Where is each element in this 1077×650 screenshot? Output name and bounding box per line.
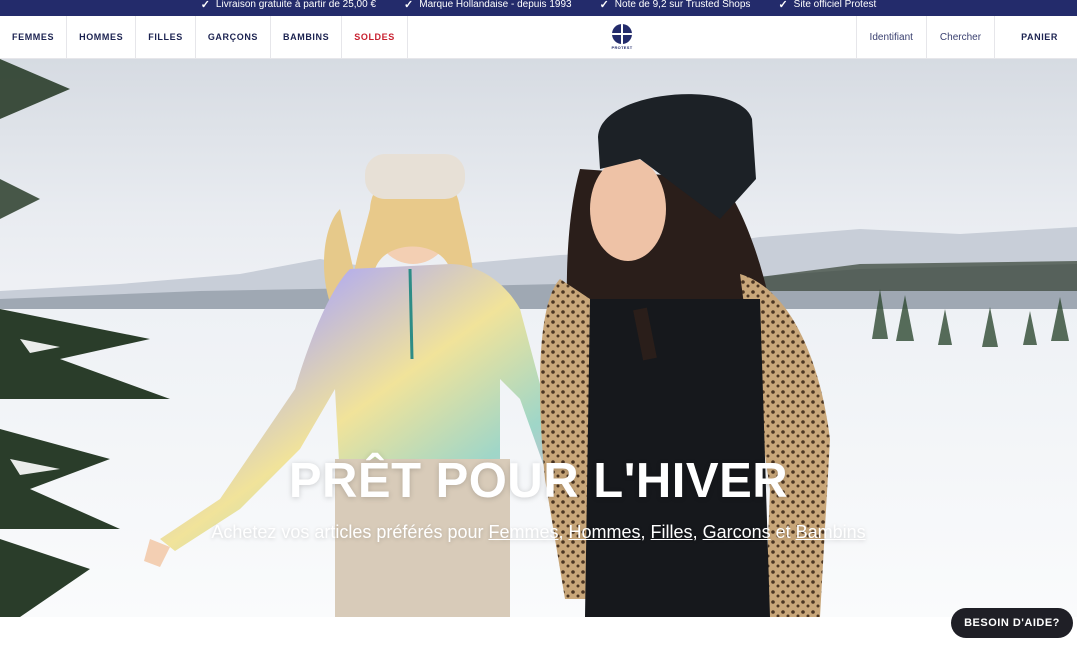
nav-item-femmes[interactable]: FEMMES xyxy=(0,16,68,58)
search-link[interactable]: Chercher xyxy=(925,16,994,58)
hero-title: PRÊT POUR L'HIVER xyxy=(288,454,789,508)
check-icon: ✓ xyxy=(200,0,210,11)
check-icon: ✓ xyxy=(778,0,788,11)
check-icon: ✓ xyxy=(404,0,414,11)
hero-subtitle: Achetez vos articles préférés pour Femme… xyxy=(0,522,1077,543)
category-menu: FEMMES HOMMES FILLES GARÇONS BAMBINS SOL… xyxy=(0,16,408,58)
utility-menu: Identifiant Chercher PANIER xyxy=(855,16,1077,58)
nav-item-hommes[interactable]: HOMMES xyxy=(67,16,137,58)
announcement-bar: ✓ Livraison gratuite à partir de 25,00 €… xyxy=(0,0,1077,16)
usp-text: Note de 9,2 sur Trusted Shops xyxy=(614,0,751,10)
logo-icon xyxy=(612,24,632,44)
usp-item: ✓ Note de 9,2 sur Trusted Shops xyxy=(600,0,751,11)
link-femmes[interactable]: Femmes xyxy=(488,522,558,542)
link-garcons[interactable]: Garcons xyxy=(703,522,771,542)
usp-text: Livraison gratuite à partir de 25,00 € xyxy=(215,0,377,10)
nav-item-garcons[interactable]: GARÇONS xyxy=(196,16,272,58)
usp-text: Site officiel Protest xyxy=(793,0,877,10)
separator: , xyxy=(692,522,703,542)
cart-link[interactable]: PANIER xyxy=(994,16,1077,58)
usp-item: ✓ Site officiel Protest xyxy=(778,0,876,11)
usp-text: Marque Hollandaise - depuis 1993 xyxy=(419,0,572,10)
separator: et xyxy=(770,522,796,542)
separator: , xyxy=(640,522,651,542)
hero-subtitle-text: Achetez vos articles préférés pour xyxy=(211,522,489,542)
usp-item: ✓ Marque Hollandaise - depuis 1993 xyxy=(404,0,572,11)
hero-banner[interactable]: PRÊT POUR L'HIVER Achetez vos articles p… xyxy=(0,59,1077,617)
logo-text: PROTEST xyxy=(611,45,633,50)
link-bambins[interactable]: Bambins xyxy=(796,522,866,542)
nav-item-soldes[interactable]: SOLDES xyxy=(342,16,408,58)
separator: , xyxy=(558,522,569,542)
account-link[interactable]: Identifiant xyxy=(855,16,926,58)
check-icon: ✓ xyxy=(599,0,609,11)
main-nav: FEMMES HOMMES FILLES GARÇONS BAMBINS SOL… xyxy=(0,16,1077,59)
link-filles[interactable]: Filles xyxy=(651,522,693,542)
help-button[interactable]: BESOIN D'AIDE? xyxy=(951,608,1073,638)
brand-logo[interactable]: PROTEST xyxy=(611,24,633,52)
nav-item-bambins[interactable]: BAMBINS xyxy=(271,16,343,58)
link-hommes[interactable]: Hommes xyxy=(569,522,641,542)
usp-item: ✓ Livraison gratuite à partir de 25,00 € xyxy=(201,0,376,11)
nav-item-filles[interactable]: FILLES xyxy=(136,16,196,58)
